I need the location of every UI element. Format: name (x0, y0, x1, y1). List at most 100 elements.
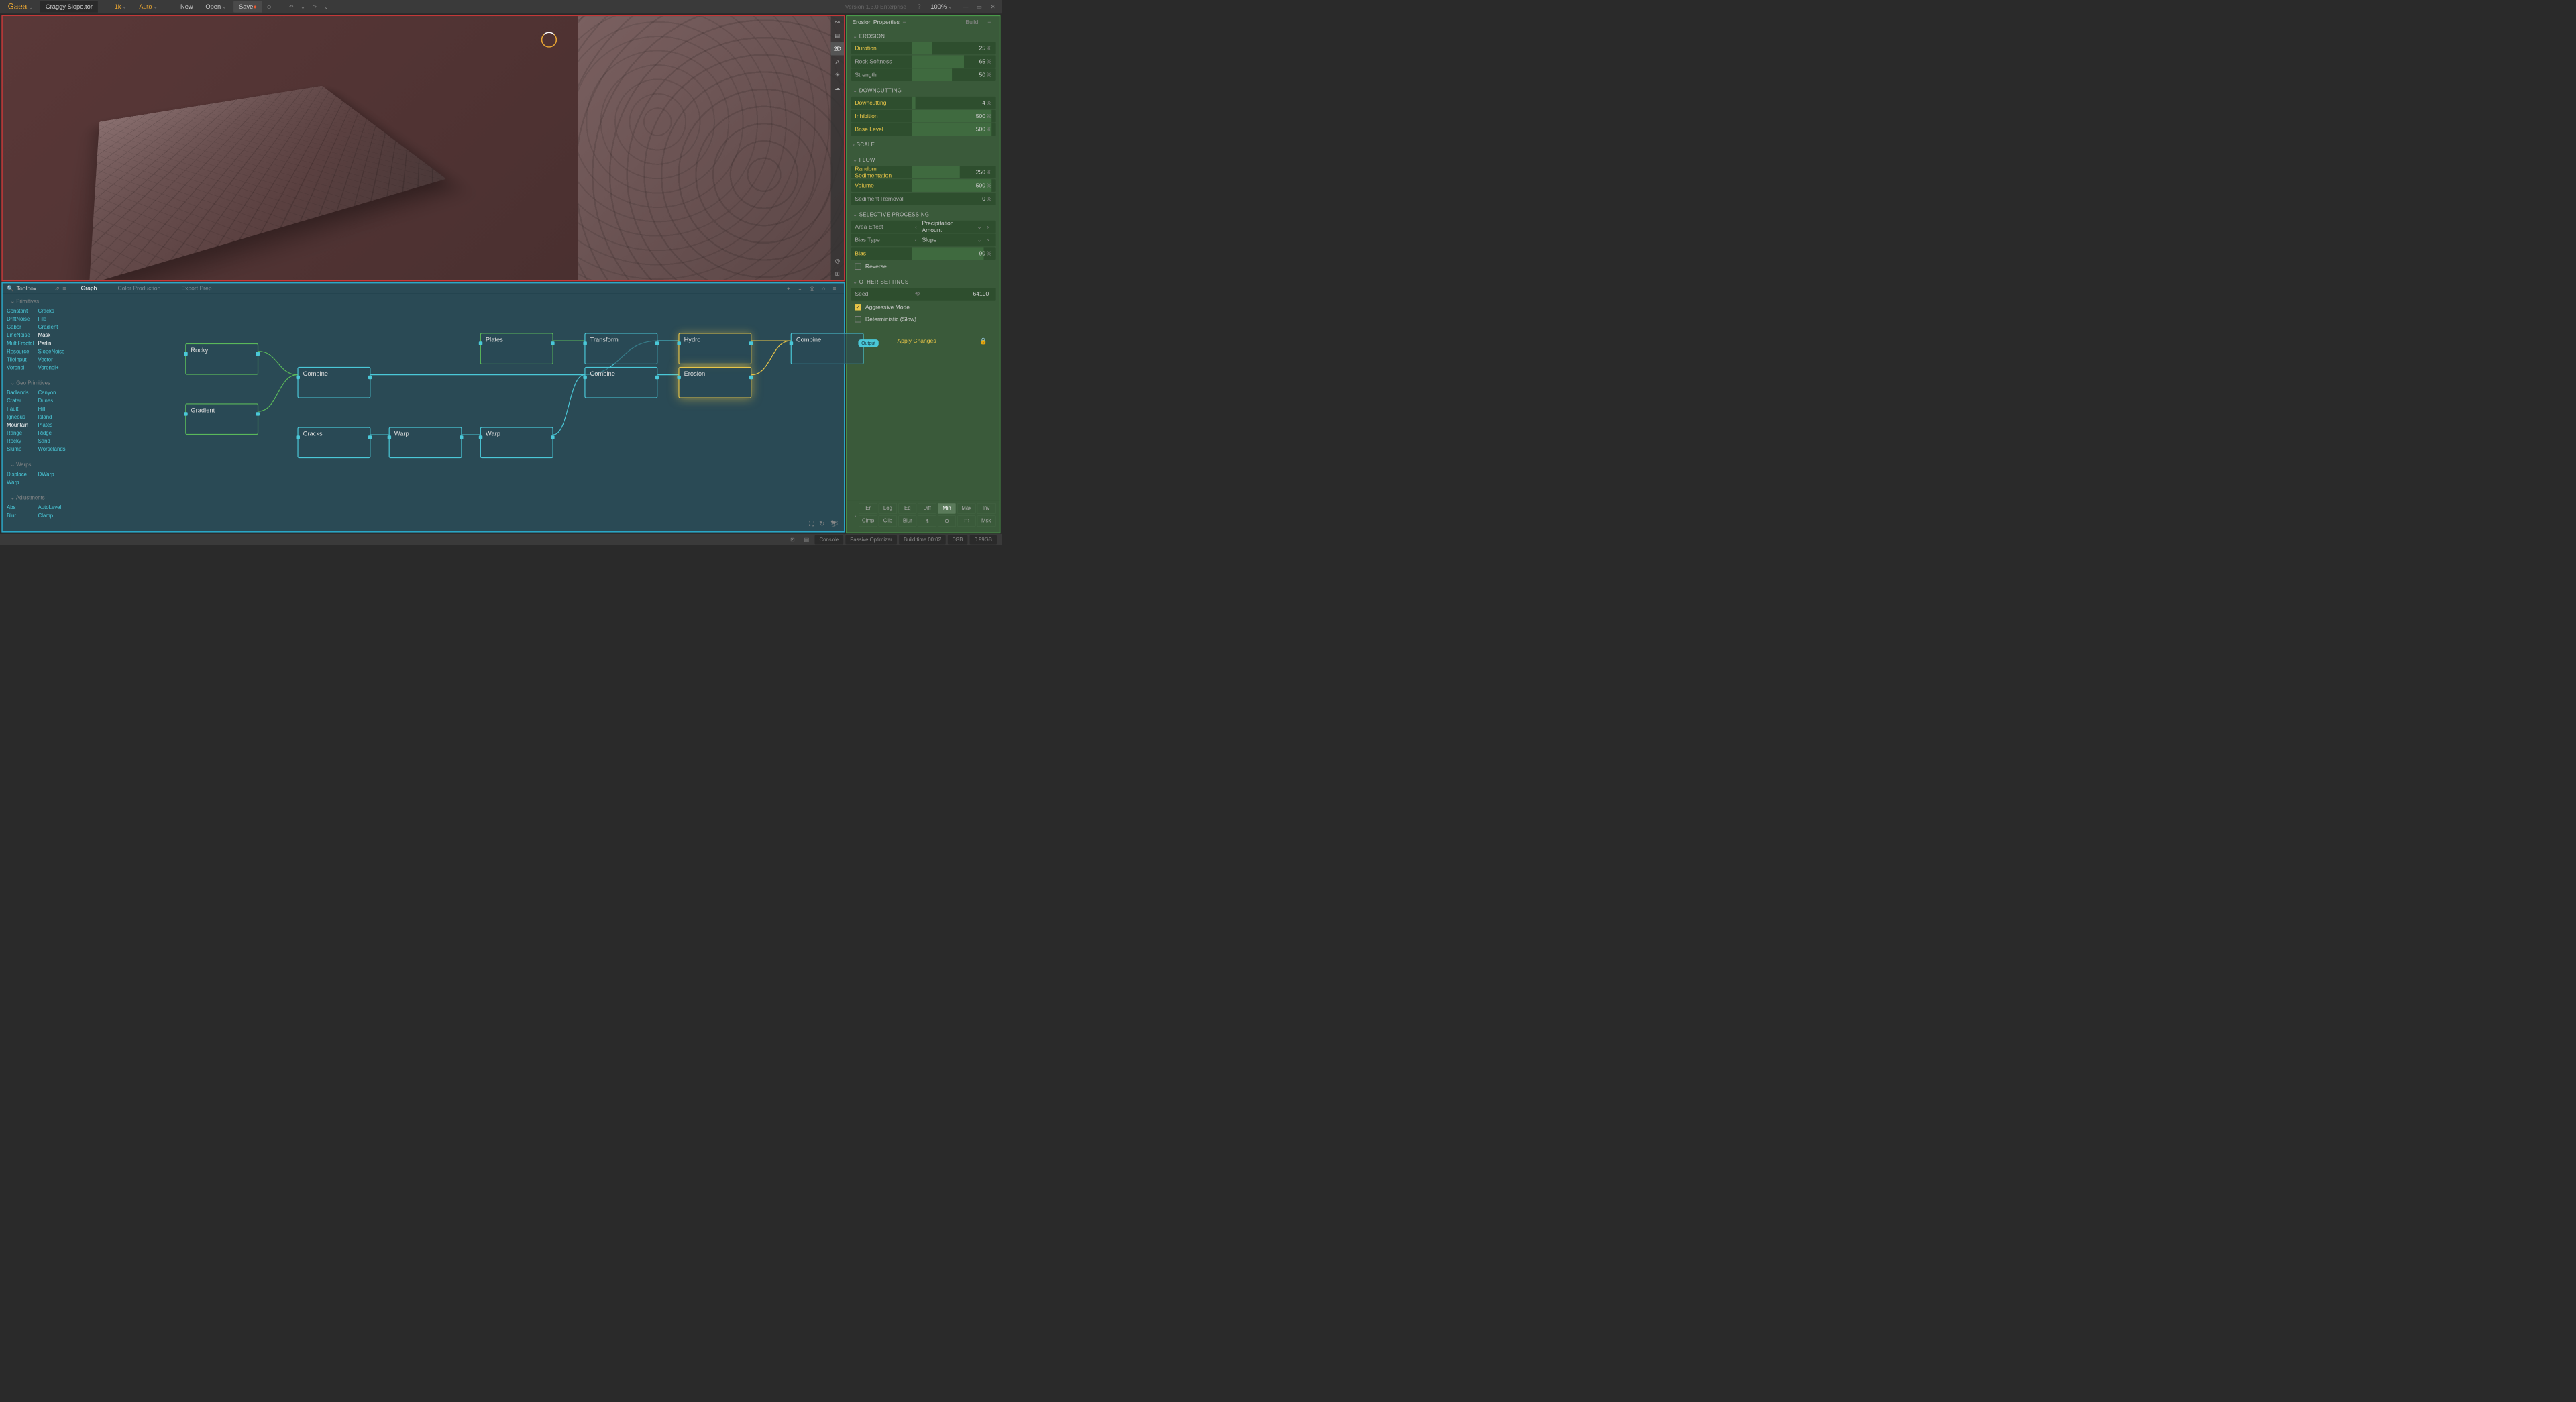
quick-op-⊕[interactable]: ⊕ (938, 515, 956, 527)
chevron-down-icon[interactable]: ⌄ (975, 223, 985, 230)
node-port-in[interactable] (184, 412, 187, 415)
checkbox-icon[interactable] (855, 316, 861, 322)
layers-icon[interactable]: ▤ (800, 535, 814, 544)
lock-icon[interactable]: 🔒 (977, 335, 989, 347)
layers-icon[interactable]: ▤ (831, 30, 844, 42)
toolbox-section-warps[interactable]: Warps (3, 460, 70, 469)
quick-op-log[interactable]: Log (879, 503, 897, 514)
prop-inhibition[interactable]: Inhibition500% (851, 110, 996, 123)
graph-icon[interactable]: ⊡ (786, 535, 800, 544)
node-port-in[interactable] (677, 341, 680, 345)
open-button[interactable]: Open⌄ (201, 1, 232, 13)
node-port-in[interactable] (388, 435, 391, 439)
prop-deterministic[interactable]: Deterministic (Slow) (851, 313, 996, 325)
menu-icon[interactable]: ≡ (900, 17, 909, 27)
quick-op-⋔[interactable]: ⋔ (918, 515, 936, 527)
undo-icon[interactable]: ↶ (285, 1, 297, 12)
node-port-in[interactable] (583, 376, 586, 379)
toolbox-section-geo-primitives[interactable]: Geo Primitives (3, 378, 70, 388)
prop-rock-softness[interactable]: Rock Softness65% (851, 55, 996, 68)
chevron-down-icon[interactable]: ⌄ (794, 284, 806, 294)
node-combine1[interactable]: Combine (297, 367, 370, 398)
toolbox-item-vector[interactable]: Vector (36, 356, 67, 364)
node-gradient[interactable]: Gradient (185, 403, 258, 435)
prop-aggressive[interactable]: ✓Aggressive Mode (851, 301, 996, 313)
frame-icon[interactable]: ⛶ (809, 520, 814, 528)
node-port-out[interactable] (551, 341, 554, 345)
node-erosion[interactable]: Erosion (678, 367, 751, 398)
chevron-down-icon[interactable]: ⌄ (975, 237, 985, 244)
text-icon[interactable]: A (831, 55, 844, 68)
prop-sediment-removal[interactable]: Sediment Removal0% (851, 193, 996, 205)
node-port-in[interactable] (297, 376, 300, 379)
prop-random-sedimentation[interactable]: Random Sedimentation250% (851, 166, 996, 178)
toolbox-item-constant[interactable]: Constant (5, 307, 36, 315)
auto-dropdown[interactable]: Auto⌄ (134, 1, 163, 13)
toolbox-section-adjustments[interactable]: Adjustments (3, 493, 70, 502)
graph-tab-graph[interactable]: Graph (70, 282, 107, 294)
node-port-in[interactable] (790, 341, 793, 345)
section-erosion[interactable]: EROSION (851, 30, 996, 42)
toolbox-item-autolevel[interactable]: AutoLevel (36, 504, 67, 512)
quick-op-er[interactable]: Er (859, 503, 877, 514)
node-rocky[interactable]: Rocky (185, 343, 258, 375)
node-port-out[interactable] (256, 412, 260, 415)
quick-op-clmp[interactable]: Clmp (859, 515, 877, 527)
toolbox-item-sand[interactable]: Sand (36, 437, 67, 445)
viewport-2d[interactable] (578, 16, 844, 280)
node-port-out[interactable] (655, 341, 659, 345)
toolbox-item-igneous[interactable]: Igneous (5, 413, 36, 421)
toolbox-item-slump[interactable]: Slump (5, 445, 36, 453)
prop-downcutting[interactable]: Downcutting4% (851, 97, 996, 109)
toolbox-item-ridge[interactable]: Ridge (36, 429, 67, 437)
redo-icon[interactable]: ↷ (309, 1, 320, 12)
toolbox-item-resource[interactable]: Resource (5, 347, 36, 356)
prop-bias[interactable]: Bias90% (851, 247, 996, 260)
toolbox-item-[interactable] (36, 478, 67, 486)
quick-op-blur[interactable]: Blur (898, 515, 916, 527)
toolbox-item-plates[interactable]: Plates (36, 421, 67, 429)
view-2d-button[interactable]: 2D (831, 42, 844, 55)
section-downcutting[interactable]: DOWNCUTTING (851, 85, 996, 97)
chevron-right-icon[interactable]: › (985, 223, 992, 230)
output-chip[interactable]: Output (858, 339, 878, 347)
quick-op-diff[interactable]: Diff (918, 503, 936, 514)
toolbox-item-fault[interactable]: Fault (5, 405, 36, 413)
person-icon[interactable]: ⛷ (830, 520, 839, 528)
toolbox-item-island[interactable]: Island (36, 413, 67, 421)
toolbox-item-worselands[interactable]: Worselands (36, 445, 67, 453)
target-icon[interactable]: ◎ (831, 254, 844, 267)
quick-op-⬚[interactable]: ⬚ (957, 515, 975, 527)
toolbox-item-voronoi[interactable]: Voronoi (5, 364, 36, 372)
build-tab[interactable]: Build (959, 17, 985, 27)
link-icon[interactable]: ⚯ (831, 16, 844, 29)
section-selective[interactable]: SELECTIVE PROCESSING (851, 209, 996, 221)
save-button[interactable]: Save ● (233, 1, 262, 13)
checkbox-icon[interactable] (855, 264, 861, 270)
add-icon[interactable]: + (784, 284, 794, 294)
quick-op-clip[interactable]: Clip (879, 515, 897, 527)
home-icon[interactable]: ⌂ (818, 284, 829, 294)
quick-op-msk[interactable]: Msk (977, 515, 996, 527)
toolbox-item-crater[interactable]: Crater (5, 397, 36, 405)
toolbox-item-blur[interactable]: Blur (5, 512, 36, 520)
node-port-in[interactable] (184, 352, 187, 356)
zoom-dropdown[interactable]: 100%⌄ (926, 1, 958, 13)
toolbox-item-cracks[interactable]: Cracks (36, 307, 67, 315)
toolbox-item-dwarp[interactable]: DWarp (36, 470, 67, 478)
quick-op-eq[interactable]: Eq (898, 503, 916, 514)
node-plates[interactable]: Plates (480, 333, 553, 364)
node-port-out[interactable] (368, 376, 372, 379)
prop-volume[interactable]: Volume500% (851, 179, 996, 192)
prop-reverse[interactable]: Reverse (851, 260, 996, 272)
prop-strength[interactable]: Strength50% (851, 68, 996, 81)
toolbox-item-voronoi+[interactable]: Voronoi+ (36, 364, 67, 372)
resolution-dropdown[interactable]: 1k⌄ (109, 1, 132, 13)
node-port-out[interactable] (749, 376, 753, 379)
toolbox-item-displace[interactable]: Displace (5, 470, 36, 478)
viewport-3d[interactable] (3, 16, 578, 280)
toolbox-item-clamp[interactable]: Clamp (36, 512, 67, 520)
chevron-right-icon[interactable]: › (851, 503, 859, 528)
node-combine3[interactable]: CombineOutput (791, 333, 864, 364)
target-icon[interactable]: ◎ (806, 284, 818, 294)
